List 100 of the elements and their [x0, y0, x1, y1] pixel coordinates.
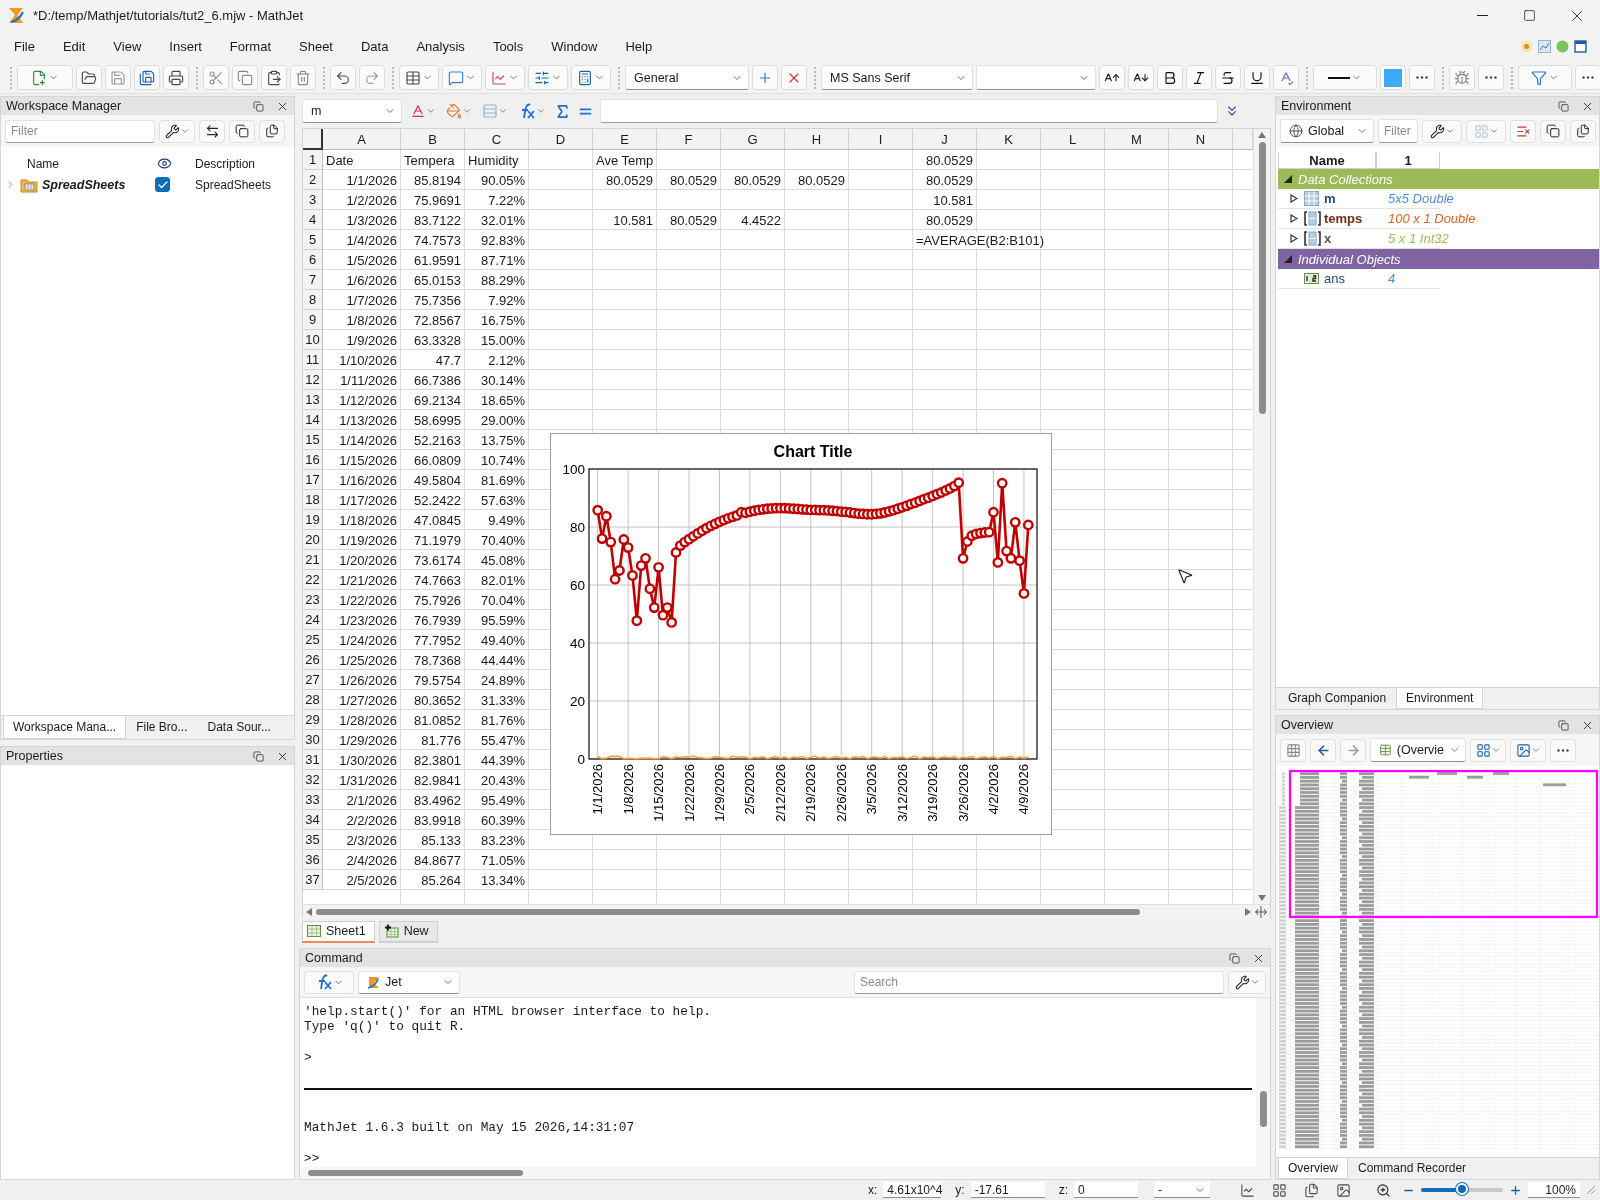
filter-button[interactable]	[1518, 65, 1572, 90]
scroll-thumb[interactable]	[1259, 1091, 1267, 1127]
settings-dropdown[interactable]	[1228, 970, 1266, 994]
sum-icon[interactable]	[554, 102, 571, 120]
row-header[interactable]: 32	[303, 770, 323, 790]
float-button[interactable]	[250, 748, 266, 764]
column-header[interactable]: J	[913, 129, 977, 150]
row-header[interactable]: 28	[303, 690, 323, 710]
grid-dropdown[interactable]	[1470, 738, 1506, 762]
row-header[interactable]: 21	[303, 550, 323, 570]
row-header[interactable]: 14	[303, 410, 323, 430]
more-button[interactable]	[1478, 65, 1504, 90]
horizontal-scrollbar[interactable]	[300, 1167, 1270, 1179]
scroll-thumb[interactable]	[1258, 142, 1266, 414]
grid-button[interactable]	[1280, 738, 1306, 762]
column-header[interactable]: B	[401, 129, 465, 150]
scroll-thumb[interactable]	[316, 909, 1140, 915]
menu-item[interactable]: Window	[537, 31, 612, 62]
line-style-button[interactable]	[1313, 65, 1377, 90]
column-header[interactable]: C	[465, 129, 529, 150]
italic-button[interactable]	[1186, 65, 1212, 90]
expand-triangle-icon[interactable]	[1290, 193, 1298, 203]
panel-tab[interactable]: Data Sour...	[197, 716, 281, 739]
open-button[interactable]	[76, 65, 102, 90]
row-header[interactable]: 29	[303, 710, 323, 730]
column-header[interactable]: F	[657, 129, 721, 150]
more-button[interactable]	[1550, 738, 1576, 762]
zoom-slider-thumb[interactable]	[1456, 1183, 1468, 1195]
row-header[interactable]: 27	[303, 670, 323, 690]
engine-dropdown[interactable]: Jet	[358, 970, 460, 994]
row-header[interactable]: 31	[303, 750, 323, 770]
menu-item[interactable]: Format	[215, 31, 285, 62]
row-header[interactable]: 11	[303, 350, 323, 370]
menu-item[interactable]: Data	[347, 31, 403, 62]
settings-dropdown[interactable]	[1422, 119, 1462, 143]
row-header[interactable]: 20	[303, 530, 323, 550]
row-header[interactable]: 37	[303, 870, 323, 890]
select-all-corner[interactable]	[303, 129, 323, 150]
scroll-down-icon[interactable]	[1258, 895, 1266, 901]
settings-dropdown[interactable]	[159, 119, 195, 143]
number-format-dropdown[interactable]: General	[625, 65, 749, 90]
column-header[interactable]: Name	[1, 156, 151, 171]
menu-item[interactable]: View	[99, 31, 156, 62]
back-button[interactable]	[1310, 738, 1336, 762]
vertical-scrollbar[interactable]	[1253, 129, 1270, 904]
column-header[interactable]: I	[849, 129, 913, 150]
expand-triangle-icon[interactable]	[1290, 213, 1298, 223]
row-header[interactable]: 25	[303, 630, 323, 650]
row-header[interactable]: 15	[303, 430, 323, 450]
cut-button[interactable]	[203, 65, 229, 90]
documents-button[interactable]	[259, 119, 285, 143]
undo-button[interactable]	[330, 65, 356, 90]
row-header[interactable]: 7	[303, 270, 323, 290]
scroll-up-icon[interactable]	[1258, 132, 1266, 138]
font-dropdown[interactable]: MS Sans Serif	[821, 65, 973, 90]
scroll-left-icon[interactable]	[306, 908, 312, 916]
row-header[interactable]: 10	[303, 330, 323, 350]
expand-triangle-icon[interactable]	[1290, 233, 1298, 243]
tree-item-label[interactable]: SpreadSheets	[42, 177, 126, 192]
window-icon[interactable]	[1574, 40, 1587, 53]
column-header[interactable]: E	[593, 129, 657, 150]
paste-button[interactable]	[261, 65, 287, 90]
panel-tab[interactable]: Command Recorder	[1348, 1158, 1477, 1179]
panel-tab[interactable]: File Bro...	[126, 716, 198, 739]
vertical-scrollbar[interactable]	[1256, 998, 1270, 1167]
fill-color-button[interactable]	[1380, 65, 1406, 90]
resize-grip-icon[interactable]	[1586, 1185, 1596, 1195]
swap-button[interactable]	[199, 119, 225, 143]
forward-button[interactable]	[1340, 738, 1366, 762]
menu-item[interactable]: Edit	[48, 31, 100, 62]
save-all-button[interactable]	[134, 65, 160, 90]
redo-button[interactable]	[359, 65, 385, 90]
row-header[interactable]: 12	[303, 370, 323, 390]
row-header[interactable]: 19	[303, 510, 323, 530]
row-header[interactable]: 23	[303, 590, 323, 610]
float-button[interactable]	[1226, 950, 1242, 966]
panel-tab[interactable]: Workspace Mana...	[3, 716, 127, 739]
menu-item[interactable]: File	[0, 31, 49, 62]
row-header[interactable]: 26	[303, 650, 323, 670]
menu-item[interactable]: Insert	[155, 31, 216, 62]
row-header[interactable]: 22	[303, 570, 323, 590]
row-header[interactable]: 36	[303, 850, 323, 870]
float-button[interactable]	[250, 98, 266, 114]
more-button[interactable]	[1409, 65, 1435, 90]
remove-button[interactable]	[781, 65, 807, 90]
grow-font-button[interactable]	[1099, 65, 1125, 90]
coordinate-field[interactable]: -17.61	[970, 1182, 1045, 1198]
plus-icon[interactable]	[1509, 1183, 1522, 1197]
row-header[interactable]: 4	[303, 210, 323, 230]
row-header[interactable]: 34	[303, 810, 323, 830]
scroll-right-icon[interactable]	[1245, 908, 1251, 916]
shrink-font-button[interactable]	[1128, 65, 1154, 90]
column-header[interactable]: L	[1041, 129, 1105, 150]
scroll-thumb[interactable]	[308, 1170, 523, 1176]
horizontal-scrollbar[interactable]	[303, 904, 1270, 919]
row-header[interactable]: 9	[303, 310, 323, 330]
documents-button[interactable]	[1570, 119, 1596, 143]
column-header[interactable]: A	[323, 129, 401, 150]
row-header[interactable]: 24	[303, 610, 323, 630]
view-dropdown[interactable]: (Overvie	[1370, 738, 1466, 762]
